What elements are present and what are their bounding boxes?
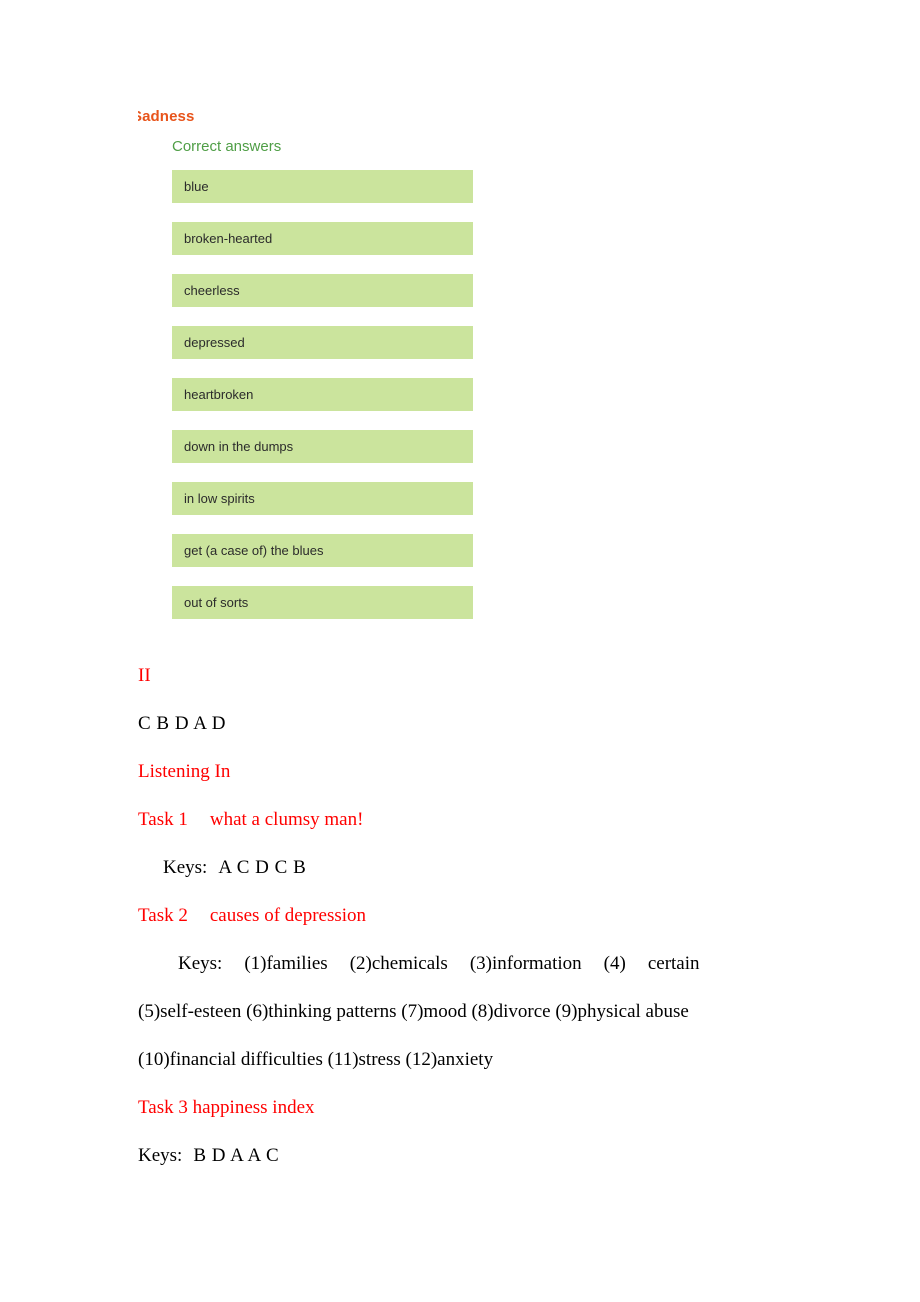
- task2-heading: Task 2 causes of depression: [138, 892, 783, 940]
- answer-item: in low spirits: [172, 482, 473, 515]
- task2-key-1: (1)families: [244, 953, 328, 974]
- answer-item: out of sorts: [172, 586, 473, 619]
- task1-keys-label: Keys:: [163, 857, 208, 878]
- task2-keys-line-1: Keys: (1)families (2)chemicals (3)informati…: [138, 940, 783, 988]
- answer-item: heartbroken: [172, 378, 473, 411]
- task3-heading: Task 3 happiness index: [138, 1097, 315, 1118]
- answer-item: blue: [172, 170, 473, 203]
- task2-keys-line-3: (10)financial difficulties (11)stress (1…: [138, 1049, 494, 1070]
- quiz-title: Sadness: [138, 108, 195, 125]
- task3-keys: Keys: B D A A C: [138, 1132, 783, 1180]
- correct-answers-heading: Correct answers: [172, 138, 282, 155]
- answer-item: depressed: [172, 326, 473, 359]
- correct-answers-list: blue broken-hearted cheerless depressed …: [138, 170, 483, 619]
- document-body: II C B D A D Listening In Task 1 what a c…: [138, 652, 783, 1180]
- task2-key-2: (2)chemicals: [349, 953, 448, 974]
- task2-key-4-word: certain: [647, 953, 700, 974]
- task2-heading-label: Task 2: [138, 905, 188, 926]
- quiz-widget-inner: Sadness Correct answers blue broken-hear…: [138, 108, 483, 638]
- quiz-widget: Sadness Correct answers blue broken-hear…: [138, 108, 483, 648]
- task1-heading: Task 1 what a clumsy man!: [138, 796, 783, 844]
- task3-keys-value: B D A A C: [193, 1145, 280, 1166]
- answer-item: cheerless: [172, 274, 473, 307]
- task2-keys-line-2: (5)self-esteen (6)thinking patterns (7)m…: [138, 1001, 689, 1022]
- task1-heading-title: what a clumsy man!: [209, 809, 364, 830]
- section-ii-keys: C B D A D: [138, 713, 226, 734]
- task1-heading-label: Task 1: [138, 809, 188, 830]
- listening-in-heading: Listening In: [138, 761, 231, 782]
- answer-item: down in the dumps: [172, 430, 473, 463]
- task2-key-4-num: (4): [603, 953, 626, 974]
- task2-heading-title: causes of depression: [209, 905, 367, 926]
- answer-item: broken-hearted: [172, 222, 473, 255]
- task1-keys: Keys: A C D C B: [138, 844, 783, 892]
- section-ii-heading: II: [138, 665, 151, 686]
- task3-keys-label: Keys:: [138, 1145, 183, 1166]
- answer-item: get (a case of) the blues: [172, 534, 473, 567]
- task2-key-3: (3)information: [469, 953, 582, 974]
- task2-keys-label: Keys:: [178, 953, 223, 974]
- task1-keys-value: A C D C B: [218, 857, 307, 878]
